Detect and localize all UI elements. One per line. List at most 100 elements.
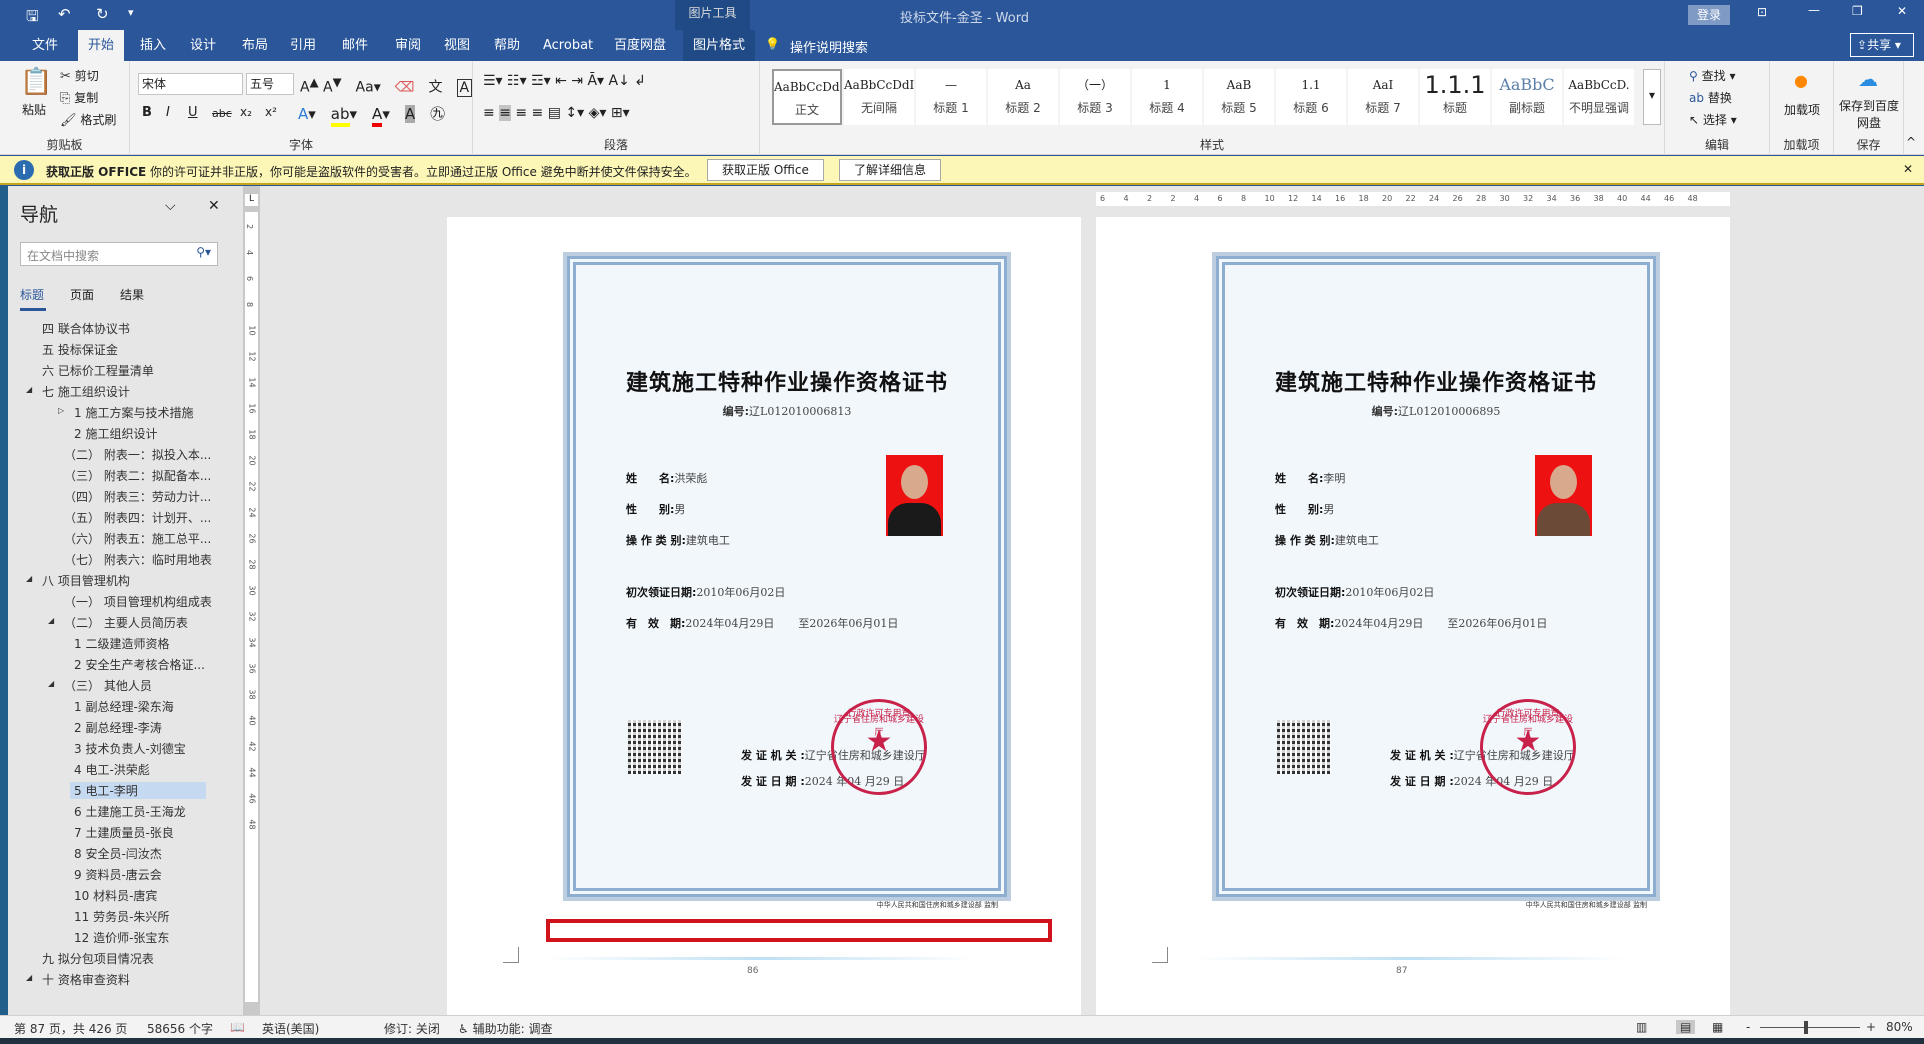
read-mode-icon[interactable]: ▥ [1636, 1020, 1647, 1034]
find-button[interactable]: ⚲ 查找 ▾ [1689, 67, 1735, 84]
tab-3[interactable]: 设计 [180, 30, 226, 61]
font-color-tools[interactable]: A▾ ab▾ A▾ A ㊈ [298, 103, 445, 127]
print-layout-icon[interactable]: ▤ [1676, 1020, 1696, 1034]
style-0[interactable]: AaBbCcDdI 正文 [772, 69, 842, 125]
nav-heading[interactable]: 5 电工-李明 [70, 782, 206, 799]
get-genuine-office-button[interactable]: 获取正版 Office [707, 159, 824, 181]
collapse-icon[interactable]: ◢ [26, 385, 32, 394]
collapse-icon[interactable]: ◢ [48, 679, 54, 688]
redo-icon[interactable]: ↻ [96, 5, 109, 23]
subscript-button[interactable]: x₂ [240, 105, 252, 119]
nav-heading[interactable]: 2 安全生产考核合格证... [74, 656, 205, 673]
accessibility[interactable]: ♿ 辅助功能: 调查 [458, 1020, 552, 1037]
nav-heading[interactable]: （二） 附表一：拟投入本... [64, 446, 211, 463]
nav-heading[interactable]: 四 联合体协议书 [42, 320, 130, 337]
nav-heading[interactable]: 3 技术负责人-刘德宝 [74, 740, 186, 757]
nav-heading[interactable]: （七） 附表六：临时用地表 [64, 551, 212, 568]
tab-9[interactable]: 帮助 [484, 30, 530, 61]
tab-11[interactable]: 百度网盘 [604, 30, 676, 61]
nav-heading[interactable]: 4 电工-洪荣彪 [74, 761, 150, 778]
nav-heading[interactable]: 8 安全员-闫汝杰 [74, 845, 162, 862]
vertical-ruler[interactable]: L 2 4 6 8 10 12 14 16 18 20 22 24 26 28 30 32 34 36 38 40 42… [243, 186, 260, 1015]
zoom-slider-thumb[interactable] [1804, 1021, 1808, 1034]
expand-icon[interactable]: ▷ [58, 406, 64, 415]
nav-options-icon[interactable]: ⌵ [165, 198, 176, 214]
nav-heading[interactable]: 2 副总经理-李涛 [74, 719, 162, 736]
copy-button[interactable]: ⎘ 复制 [60, 89, 98, 106]
styles-more-button[interactable]: ▾ [1643, 69, 1661, 125]
tab-5[interactable]: 引用 [280, 30, 326, 61]
certificate-image[interactable]: 建筑施工特种作业操作资格证书 编号:辽L012010006813 姓 名:洪荣彪性 … [563, 252, 1011, 909]
nav-heading[interactable]: 7 土建质量员-张良 [74, 824, 174, 841]
italic-button[interactable]: I [166, 105, 170, 120]
web-layout-icon[interactable]: ▦ [1712, 1020, 1723, 1034]
font-name-select[interactable]: 宋体 [138, 73, 243, 95]
nav-heading[interactable]: 12 造价师-张宝东 [74, 929, 169, 946]
font-size-buttons[interactable]: A▲ A▼ Aa▾ ⌫ 文 A [300, 75, 473, 97]
nav-heading[interactable]: 五 投标保证金 [42, 341, 118, 358]
zoom-out-button[interactable]: - [1746, 1020, 1750, 1034]
replace-button[interactable]: ab 替换 [1689, 89, 1732, 106]
tab-1[interactable]: 开始 [78, 30, 125, 61]
tab-7[interactable]: 审阅 [385, 30, 431, 61]
style-4[interactable]: （一） 标题 3 [1060, 69, 1130, 125]
nav-heading[interactable]: 6 土建施工员-王海龙 [74, 803, 186, 820]
font-size-select[interactable]: 五号 [246, 73, 294, 95]
format-painter-button[interactable]: 🖌 格式刷 [60, 111, 116, 128]
tab-0[interactable]: 文件 [22, 30, 68, 61]
style-10[interactable]: AaBbC 副标题 [1492, 69, 1562, 125]
list-buttons[interactable]: ☰▾ ☷▾ ☲▾ ⇤ ⇥ Ā▾ A↓ ↲ [483, 73, 646, 89]
style-6[interactable]: AaB 标题 5 [1204, 69, 1274, 125]
tell-me-search[interactable]: 操作说明搜索 [790, 37, 868, 56]
nav-heading[interactable]: 1 二级建造师资格 [74, 635, 169, 652]
close-icon[interactable]: ✕ [1897, 4, 1907, 18]
nav-heading[interactable]: 11 劳务员-朱兴所 [74, 908, 169, 925]
tab-12[interactable]: 图片格式 [683, 30, 756, 61]
tab-4[interactable]: 布局 [232, 30, 278, 61]
nav-heading[interactable]: 1 施工方案与技术措施 [74, 404, 193, 421]
tab-2[interactable]: 插入 [130, 30, 176, 61]
minimize-icon[interactable]: — [1808, 3, 1820, 17]
nav-close-icon[interactable]: ✕ [208, 198, 220, 214]
proofing-icon[interactable]: 📖 [230, 1020, 245, 1034]
language[interactable]: 英语(美国) [262, 1020, 319, 1037]
style-8[interactable]: AaI 标题 7 [1348, 69, 1418, 125]
style-3[interactable]: Aa 标题 2 [988, 69, 1058, 125]
undo-icon[interactable]: ↶ [58, 5, 71, 23]
save-to-baidu-button[interactable]: 保存到百度网盘 [1838, 97, 1900, 131]
collapse-icon[interactable]: ◢ [26, 574, 32, 583]
zoom-level[interactable]: 80% [1886, 1020, 1913, 1034]
nav-heading[interactable]: 1 副总经理-梁东海 [74, 698, 174, 715]
close-infobar-icon[interactable]: ✕ [1903, 162, 1913, 176]
nav-heading[interactable]: （四） 附表三：劳动力计... [64, 488, 211, 505]
superscript-button[interactable]: x² [265, 105, 277, 119]
nav-heading[interactable]: 2 施工组织设计 [74, 425, 157, 442]
nav-heading[interactable]: 九 拟分包项目情况表 [42, 950, 154, 967]
nav-heading[interactable]: （六） 附表五：施工总平... [64, 530, 211, 547]
underline-button[interactable]: U [188, 105, 198, 120]
nav-heading[interactable]: （三） 附表二：拟配备本... [64, 467, 211, 484]
nav-tab-0[interactable]: 标题 [20, 286, 44, 303]
nav-heading[interactable]: （三） 其他人员 [64, 677, 152, 694]
alignment-buttons[interactable]: ≡ ≡ ≡ ≡ ▤ ↕▾ ◈▾ ⊞▾ [483, 105, 630, 121]
save-icon[interactable]: 🖫 [26, 6, 39, 31]
collapse-ribbon-icon[interactable]: ^ [1906, 135, 1916, 149]
style-7[interactable]: 1.1 标题 6 [1276, 69, 1346, 125]
nav-tab-1[interactable]: 页面 [70, 286, 94, 303]
paste-icon[interactable]: 📋 [20, 67, 52, 97]
nav-tab-2[interactable]: 结果 [120, 286, 144, 303]
track-changes[interactable]: 修订: 关闭 [384, 1020, 440, 1037]
nav-search-input[interactable]: 在文档中搜索 ⚲▾ [20, 242, 218, 266]
collapse-icon[interactable]: ◢ [48, 616, 54, 625]
certificate-image[interactable]: 建筑施工特种作业操作资格证书 编号:辽L012010006895 姓 名:李明性 别… [1212, 252, 1660, 909]
maximize-icon[interactable]: ❐ [1852, 4, 1863, 18]
nav-heading[interactable]: （一） 项目管理机构组成表 [64, 593, 212, 610]
tab-10[interactable]: Acrobat [533, 30, 603, 61]
select-button[interactable]: ↖ 选择 ▾ [1689, 111, 1737, 128]
tab-selector[interactable]: L [245, 194, 258, 206]
share-button[interactable]: ⇪共享 ▾ [1850, 33, 1914, 57]
nav-heading[interactable]: 八 项目管理机构 [42, 572, 130, 589]
word-count[interactable]: 58656 个字 [147, 1020, 213, 1037]
nav-heading[interactable]: 十 资格审查资料 [42, 971, 130, 988]
bold-button[interactable]: B [142, 105, 152, 120]
